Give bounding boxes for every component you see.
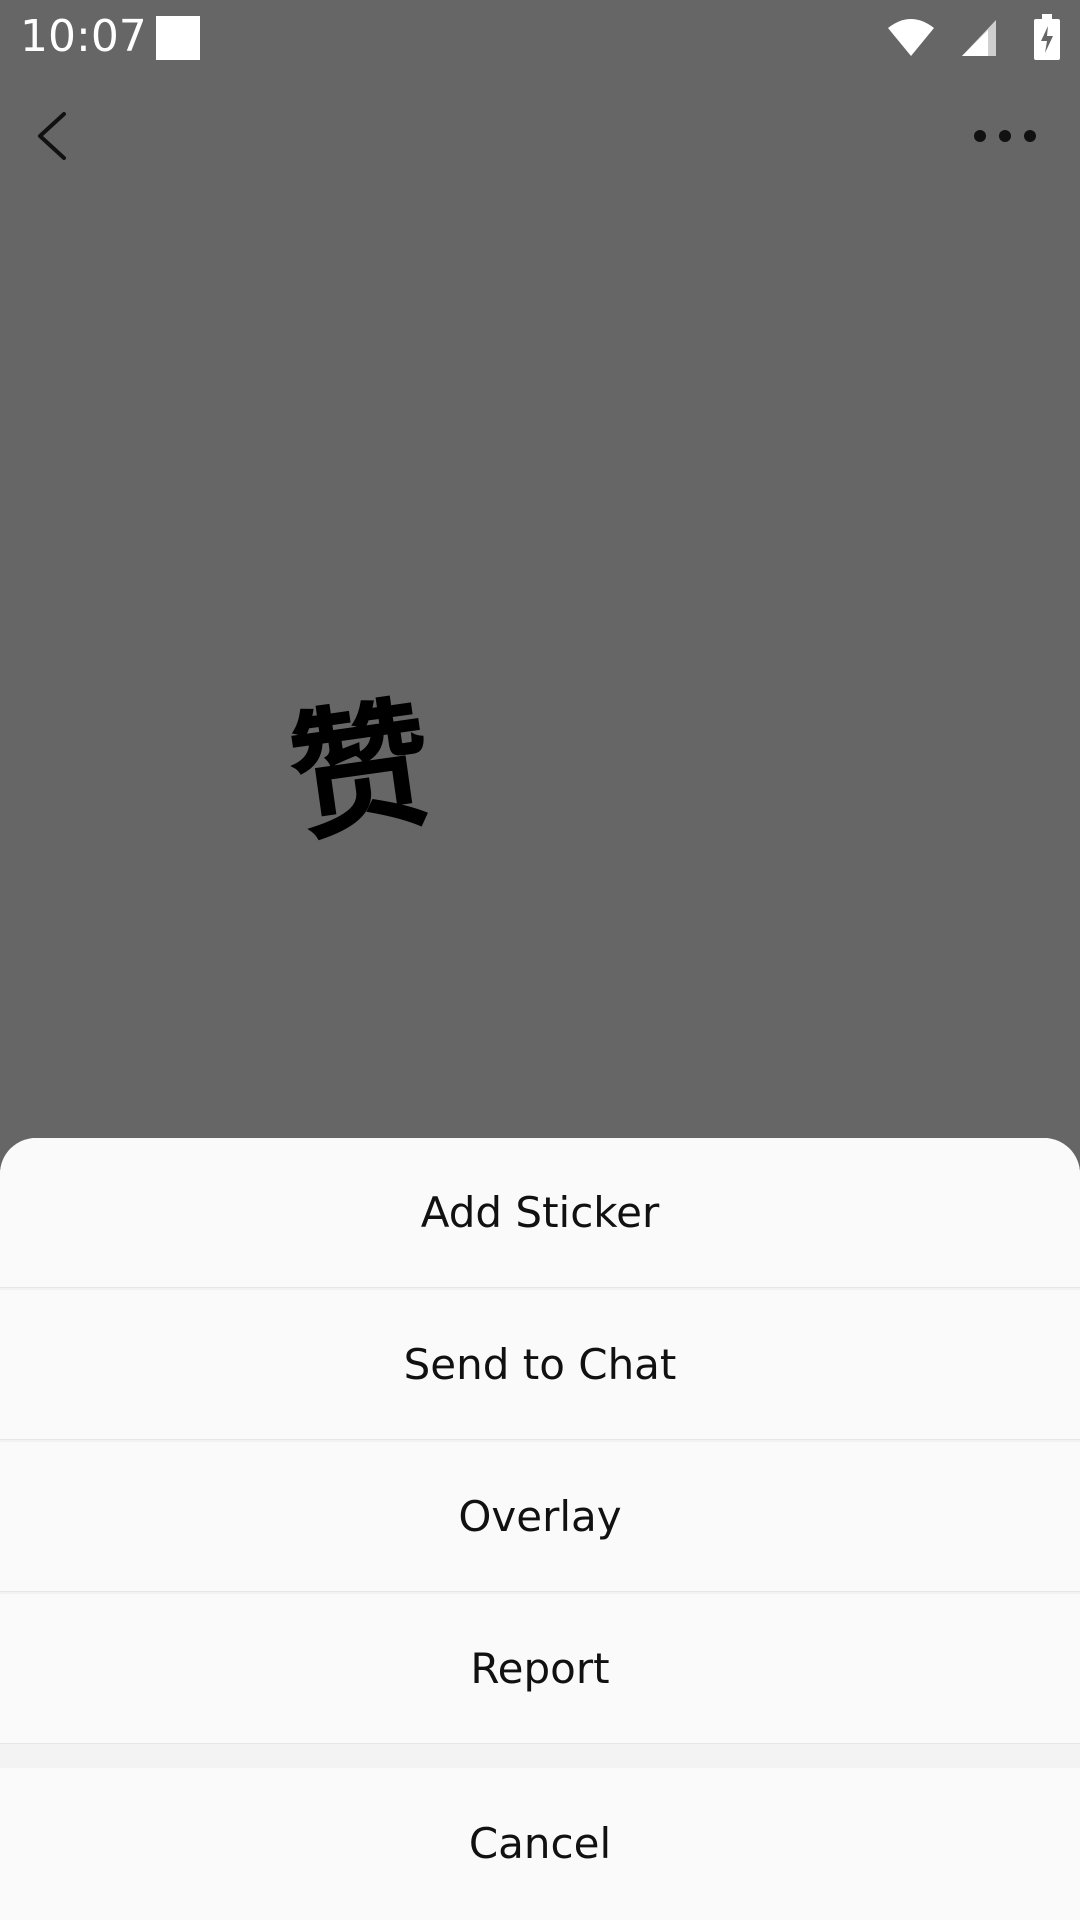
sticker-graphic: 赞 xyxy=(281,682,442,863)
more-options-button[interactable] xyxy=(970,106,1040,166)
overlay-button[interactable]: Overlay xyxy=(0,1442,1080,1592)
chevron-left-icon xyxy=(38,112,66,160)
toolbar xyxy=(0,76,1080,196)
status-bar: 10:07 xyxy=(0,0,1080,76)
action-sheet: Add Sticker Send to Chat Overlay Report … xyxy=(0,1138,1080,1920)
notification-square-icon xyxy=(156,16,200,60)
signal-icon xyxy=(962,20,996,56)
cancel-button[interactable]: Cancel xyxy=(0,1768,1080,1920)
sticker-text: 赞 xyxy=(286,690,436,850)
status-time: 10:07 xyxy=(20,11,147,62)
report-button[interactable]: Report xyxy=(0,1594,1080,1744)
add-sticker-button[interactable]: Add Sticker xyxy=(0,1138,1080,1288)
more-dots-icon xyxy=(974,130,1036,142)
battery-charging-icon xyxy=(1034,14,1060,60)
sticker-image: 赞 xyxy=(281,682,442,863)
wifi-icon xyxy=(888,19,934,56)
send-to-chat-button[interactable]: Send to Chat xyxy=(0,1290,1080,1440)
back-button[interactable] xyxy=(24,96,84,176)
